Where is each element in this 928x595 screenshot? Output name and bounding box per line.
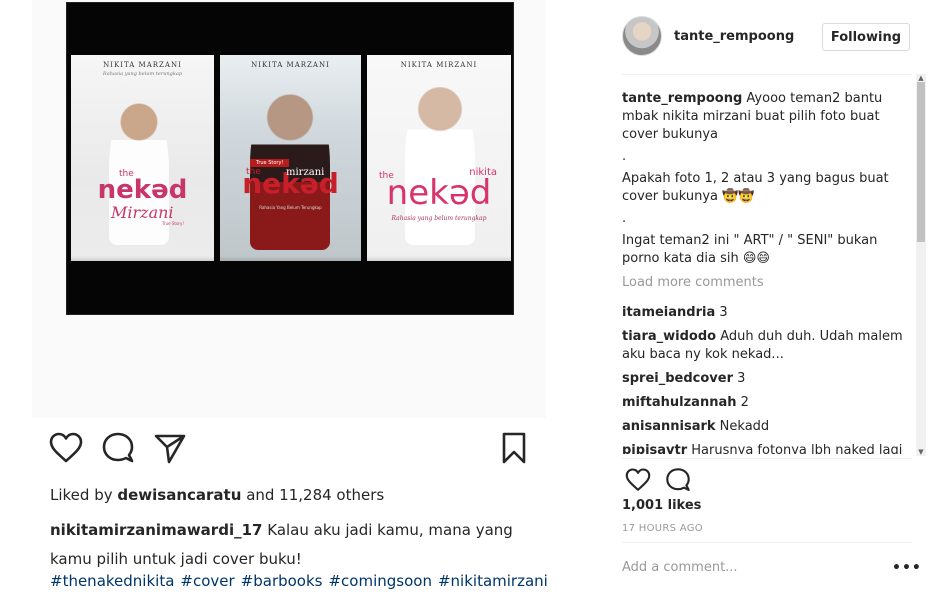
comment-icon [102, 432, 134, 463]
post-left-panel: NIKITA MARZANI Rahasia yang belum terung… [0, 0, 600, 595]
header-divider [622, 74, 912, 75]
liked-by-line: Liked by dewisancaratu and 11,284 others [50, 486, 384, 504]
cover-subline: Rahasia yang belum terungkap [391, 215, 487, 222]
following-button[interactable]: Following [821, 23, 910, 51]
post-sidebar: tante_rempoong Following tante_rempoong … [606, 0, 928, 595]
comment-button[interactable] [660, 462, 696, 498]
comment-user-link[interactable]: anisannisark [622, 419, 716, 434]
cover-subtitle: mirzani [286, 167, 325, 178]
cover-author: NIKITA MARZANI [251, 61, 330, 69]
list-item: tiara_widodo Aduh duh duh. Udah malem ak… [622, 328, 904, 364]
comments-list: tante_rempoong Ayooo teman2 bantu mbak n… [622, 90, 904, 454]
comment-text: Nekadd [719, 419, 770, 434]
add-comment-input[interactable] [622, 560, 892, 575]
cover-tagline: Rahasia yang belum terungkap [102, 71, 183, 77]
avatar[interactable] [622, 16, 662, 56]
hashtag-link[interactable]: #nikitamirzani [438, 572, 548, 590]
bookmark-icon [502, 432, 526, 464]
hashtag-link[interactable]: #barbooks [241, 572, 323, 590]
comment-text: 2 [740, 395, 749, 410]
cover-author: NIKITA MIRZANI [400, 61, 478, 69]
comment-text: 3 [737, 371, 746, 386]
heart-icon [625, 468, 651, 491]
save-button[interactable] [496, 430, 532, 466]
like-button[interactable] [48, 430, 84, 466]
post-photo[interactable]: NIKITA MARZANI Rahasia yang belum terung… [66, 2, 514, 315]
comment-text: . [622, 149, 627, 164]
comment-text: Apakah foto 1, 2 atau 3 yang bagus buat … [622, 171, 889, 204]
list-item: miftahulzannah 2 [622, 394, 904, 412]
comment-text: 3 [719, 305, 728, 320]
post-timestamp[interactable]: 17 HOURS AGO [622, 523, 703, 534]
comment-text: Ingat teman2 ini " ART" / " SENI" bukan … [622, 233, 878, 266]
media-area: NIKITA MARZANI Rahasia yang belum terung… [32, 0, 546, 418]
post-actions [48, 430, 528, 470]
cover-subtitle: Mirzani [111, 203, 174, 222]
likes-count[interactable]: 1,001 likes [622, 498, 701, 513]
footer-divider [622, 542, 912, 543]
comments-scrollbar[interactable]: ▲ ▼ [916, 74, 926, 456]
scrollbar-thumb[interactable] [917, 82, 925, 242]
cover-title: nekəd [386, 173, 492, 213]
list-item: pipisavtr Harusnya fotonya lbh naked lag… [622, 442, 904, 454]
heart-icon [49, 432, 83, 463]
scroll-up-icon[interactable]: ▲ [917, 74, 925, 82]
share-button[interactable] [152, 430, 188, 466]
scroll-down-icon[interactable]: ▼ [917, 448, 925, 456]
list-item: anisannisark Nekadd [622, 418, 904, 436]
more-options-button[interactable]: ••• [892, 560, 922, 576]
photo-bottom-fade [67, 256, 513, 314]
hashtag-link[interactable]: #thenakednikita [50, 572, 174, 590]
header-username[interactable]: tante_rempoong [674, 29, 794, 44]
main-comment: tante_rempoong Ayooo teman2 bantu mbak n… [622, 90, 904, 144]
cover-subline: Rahasia Yang Belum Terungkap [259, 205, 322, 210]
cover-model-figure [109, 95, 169, 245]
comments-divider [622, 458, 912, 459]
hashtag-link[interactable]: #cover [180, 572, 234, 590]
comment-user-link[interactable]: tiara_widodo [622, 329, 716, 344]
liked-user-link[interactable]: dewisancaratu [117, 486, 241, 504]
load-more-comments-link[interactable]: Load more comments [622, 274, 904, 292]
cover-extra: True Story! [162, 221, 184, 226]
comment-user-link[interactable]: miftahulzannah [622, 395, 737, 410]
like-button[interactable] [620, 462, 656, 498]
cover-title: nekəd [97, 175, 188, 205]
cover-badge: True Story! [250, 159, 290, 167]
caption-user-link[interactable]: nikitamirzanimawardi_17 [50, 521, 262, 539]
post-header: tante_rempoong Following [622, 16, 910, 60]
hashtag-link[interactable]: #comingsoon [328, 572, 431, 590]
comment-text: . [622, 211, 627, 226]
list-item: sprei_bedcover 3 [622, 370, 904, 388]
comment-user-link[interactable]: tante_rempoong [622, 91, 742, 106]
send-icon [154, 434, 186, 464]
cover-author: NIKITA MARZANI [103, 61, 182, 69]
post-caption: nikitamirzanimawardi_17 Kalau aku jadi k… [50, 516, 530, 574]
sidebar-actions [620, 462, 720, 494]
liked-prefix: Liked by [50, 486, 113, 504]
hashtag-list: #thenakednikita #cover #barbooks #comingsoo… [50, 572, 554, 590]
comment-icon [666, 468, 690, 492]
book-cover-1: NIKITA MARZANI Rahasia yang belum terung… [71, 55, 214, 261]
book-cover-3: NIKITA MIRZANI the nikita nekəd Rahasia … [367, 55, 511, 261]
liked-suffix[interactable]: and 11,284 others [246, 486, 384, 504]
comment-user-link[interactable]: itameiandria [622, 305, 715, 320]
comment-user-link[interactable]: sprei_bedcover [622, 371, 733, 386]
comment-user-link[interactable]: pipisavtr [622, 443, 687, 454]
list-item: itameiandria 3 [622, 304, 904, 322]
book-cover-2: NIKITA MARZANI True Story! the nekəd mir… [220, 55, 361, 261]
comment-button[interactable] [100, 430, 136, 466]
